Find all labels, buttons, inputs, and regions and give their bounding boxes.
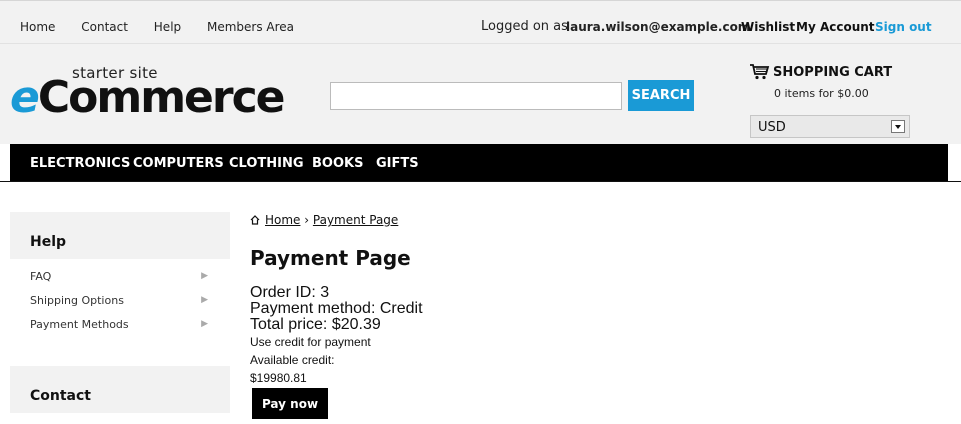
use-credit-label: Use credit for payment	[250, 335, 371, 349]
chevron-right-icon: ▶	[201, 271, 208, 281]
top-nav-contact[interactable]: Contact	[81, 20, 128, 34]
wishlist-link[interactable]: Wishlist	[741, 20, 795, 34]
home-icon	[250, 215, 260, 225]
category-gifts[interactable]: GIFTS	[376, 156, 419, 171]
sidebar-item-label: Shipping Options	[30, 294, 124, 307]
breadcrumb-home[interactable]: Home	[265, 213, 300, 227]
sidebar-help-list: FAQ ▶ Shipping Options ▶ Payment Methods…	[10, 264, 230, 336]
category-books[interactable]: BOOKS	[312, 156, 363, 171]
sign-out-link[interactable]: Sign out	[875, 20, 932, 34]
shopping-cart-title[interactable]: SHOPPING CART	[773, 65, 892, 80]
top-nav-help[interactable]: Help	[154, 20, 181, 34]
sidebar-item-payment-methods[interactable]: Payment Methods ▶	[10, 312, 230, 336]
search-button[interactable]: SEARCH	[628, 80, 694, 111]
my-account-link[interactable]: My Account	[796, 20, 875, 34]
sidebar-contact-title: Contact	[30, 388, 91, 404]
currency-select[interactable]: USD	[750, 115, 910, 138]
total-price: Total price: $20.39	[250, 316, 381, 333]
sidebar-item-faq[interactable]: FAQ ▶	[10, 264, 230, 288]
breadcrumb: Home › Payment Page	[250, 213, 398, 227]
breadcrumb-separator: ›	[304, 213, 310, 227]
pay-now-button[interactable]: Pay now	[252, 388, 328, 419]
chevron-right-icon: ▶	[201, 295, 208, 305]
top-nav: Home Contact Help Members Area	[20, 20, 316, 34]
logo-wordmark: eCommerce	[10, 72, 286, 123]
sidebar-item-shipping-options[interactable]: Shipping Options ▶	[10, 288, 230, 312]
shopping-cart-icon	[750, 64, 770, 80]
user-email: laura.wilson@example.com	[566, 20, 751, 34]
category-computers[interactable]: COMPUTERS	[133, 156, 224, 171]
header-divider	[0, 181, 961, 182]
logged-on-label: Logged on as	[481, 19, 568, 34]
available-credit-label: Available credit:	[250, 353, 335, 367]
category-clothing[interactable]: CLOTHING	[229, 156, 304, 171]
available-credit-value: $19980.81	[250, 371, 307, 385]
chevron-right-icon: ▶	[201, 319, 208, 329]
sidebar-help-header: Help	[10, 212, 230, 259]
sidebar-item-label: Payment Methods	[30, 318, 129, 331]
category-electronics[interactable]: ELECTRONICS	[30, 156, 130, 171]
top-nav-home[interactable]: Home	[20, 20, 55, 34]
top-nav-members-area[interactable]: Members Area	[207, 20, 294, 34]
cart-summary: 0 items for $0.00	[774, 87, 869, 100]
sidebar-item-label: FAQ	[30, 270, 52, 283]
page-title: Payment Page	[250, 246, 411, 270]
sidebar-help-title: Help	[30, 234, 67, 250]
site-logo[interactable]: starter site eCommerce	[10, 64, 286, 136]
dropdown-arrow-icon	[891, 120, 905, 133]
currency-selected: USD	[758, 120, 786, 135]
category-nav: ELECTRONICS COMPUTERS CLOTHING BOOKS GIF…	[10, 144, 948, 181]
search-input[interactable]	[330, 82, 622, 110]
top-bar: Home Contact Help Members Area Logged on…	[0, 0, 961, 44]
breadcrumb-current[interactable]: Payment Page	[313, 213, 398, 227]
sidebar-contact-header: Contact	[10, 366, 230, 413]
